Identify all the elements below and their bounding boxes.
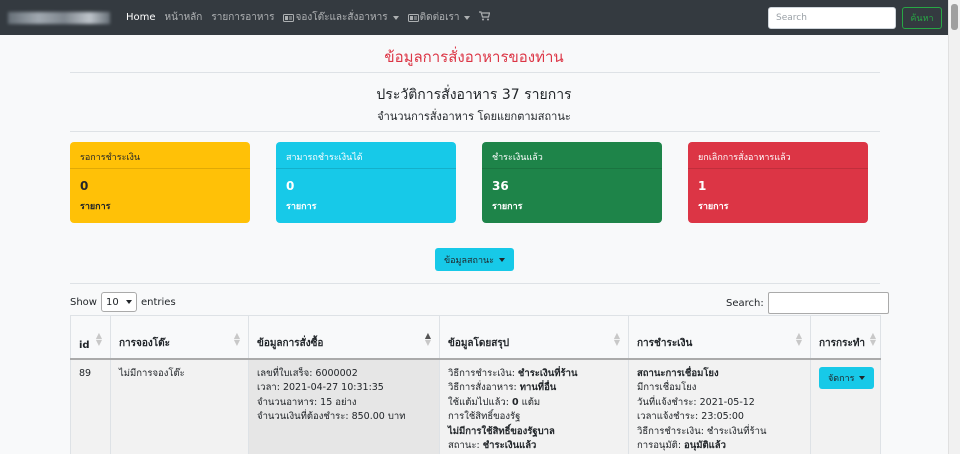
search-input[interactable] <box>768 7 896 29</box>
column-header-label: การชำระเงิน <box>637 337 693 349</box>
column-header-label: ข้อมูลการสั่งซื้อ <box>257 337 324 349</box>
chevron-down-icon <box>859 375 866 380</box>
brand-logo[interactable] <box>8 11 110 24</box>
orders-table: id ▲ ▼ การจองโต๊ะ ▲ ▼ ข้อมูลการสั่งซื้อ ▲ ▼ ข้… <box>70 315 881 454</box>
sort-icon: ▲ ▼ <box>869 331 876 347</box>
page-scrollbar[interactable] <box>948 0 960 454</box>
nav-link-main[interactable]: หน้าหลัก <box>165 10 203 25</box>
cart-link[interactable] <box>479 11 491 24</box>
status-card-value: 0 <box>80 179 89 193</box>
summary-order-method: วิธีการสั่งอาหาร: ทานที่อื่น <box>448 382 557 394</box>
page-size-select[interactable]: 10 <box>100 292 137 312</box>
nav-dropdown-contact-label: ติดต่อเรา <box>419 12 460 23</box>
status-card-payable: สามารถชำระเงินได้ 0 รายการ <box>276 142 456 223</box>
search-button[interactable]: ค้นหา <box>902 7 942 29</box>
cell-booking: ไม่มีการจองโต๊ะ <box>110 357 249 454</box>
status-card-value: 36 <box>492 179 509 193</box>
payment-link-status-label: สถานะการเชื่อมโยง <box>637 367 719 379</box>
column-header-label: การจองโต๊ะ <box>119 337 171 349</box>
summary-points: ใช้แต้มไปแล้ว: 0 แต้ม <box>448 396 541 408</box>
column-header-action[interactable]: การกระทำ ▲ ▼ <box>810 315 881 360</box>
page-title: ข้อมูลการสั่งอาหารของท่าน <box>384 48 564 66</box>
divider <box>70 72 880 73</box>
order-time: เวลา: 2021-04-27 10:31:35 <box>257 382 384 394</box>
cell-action: จัดการ <box>810 357 881 454</box>
status-info-label: ข้อมูลสถานะ <box>444 255 494 266</box>
cell-id: 89 <box>70 357 111 454</box>
sort-icon: ▲ ▼ <box>613 331 620 347</box>
summary-payment-method: วิธีการชำระเงิน: ชำระเงินที่ร้าน <box>448 367 578 379</box>
column-header-summary[interactable]: ข้อมูลโดยสรุป ▲ ▼ <box>439 315 629 360</box>
divider <box>70 131 880 132</box>
order-amount: จำนวนเงินที่ต้องชำระ: 850.00 บาท <box>257 411 406 423</box>
table-search-input[interactable] <box>767 292 889 314</box>
payment-method: วิธีการชำระเงิน: ชำระเงินที่ร้าน <box>637 425 767 437</box>
scrollbar-thumb[interactable] <box>951 4 958 30</box>
nav-dropdown-contact[interactable]: ติดต่อเรา <box>407 10 471 25</box>
nav-link-food-list[interactable]: รายการอาหาร <box>211 10 274 25</box>
chevron-down-icon <box>125 300 132 304</box>
nav-dropdown-booking-label: จองโต๊ะและสั่งอาหาร <box>295 12 388 23</box>
status-card-unit: รายการ <box>80 202 111 212</box>
column-header-label: id <box>79 339 90 351</box>
manage-dropdown-button[interactable]: จัดการ <box>819 366 875 389</box>
manage-label: จัดการ <box>828 373 855 384</box>
status-card-paid: ชำระเงินแล้ว 36 รายการ <box>482 142 662 223</box>
payment-link-status: มีการเชื่อมโยง <box>637 382 697 394</box>
status-card-unit: รายการ <box>698 202 729 212</box>
column-header-id[interactable]: id ▲ ▼ <box>70 315 111 360</box>
summary-gov-rights-label: การใช้สิทธิ์ของรัฐ <box>448 411 521 423</box>
status-card-value: 1 <box>698 179 707 193</box>
column-header-booking[interactable]: การจองโต๊ะ ▲ ▼ <box>110 315 249 360</box>
history-subtitle: จำนวนการสั่งอาหาร โดยแยกตามสถานะ <box>377 110 571 123</box>
status-card-title: ชำระเงินแล้ว <box>482 142 662 169</box>
status-card-pending: รอการชำระเงิน 0 รายการ <box>70 142 250 223</box>
sort-ascending-icon: ▲ ▼ <box>424 331 431 347</box>
show-label: Show <box>70 296 97 308</box>
column-header-label: ข้อมูลโดยสรุป <box>448 337 510 349</box>
order-item-count: จำนวนอาหาร: 15 อย่าง <box>257 396 357 408</box>
table-search: Search: <box>726 292 889 314</box>
payment-time: เวลาแจ้งชำระ: 23:05:00 <box>637 411 744 423</box>
cell-summary: วิธีการชำระเงิน: ชำระเงินที่ร้าน วิธีการ… <box>439 357 629 454</box>
chevron-down-icon <box>499 257 505 262</box>
status-card-value: 0 <box>286 179 295 193</box>
order-receipt: เลขที่ใบเสร็จ: 6000002 <box>257 367 358 379</box>
status-card-cancelled: ยกเลิกการสั่งอาหารแล้ว 1 รายการ <box>688 142 868 223</box>
column-header-payment[interactable]: การชำระเงิน ▲ ▼ <box>628 315 811 360</box>
table-row: 89 ไม่มีการจองโต๊ะ เลขที่ใบเสร็จ: 600000… <box>70 357 881 454</box>
entries-label: entries <box>140 296 176 308</box>
chevron-down-icon <box>392 15 399 20</box>
summary-status: สถานะ: ชำระเงินแล้ว <box>448 440 537 452</box>
page-size-control: Show 10 entries <box>70 292 176 312</box>
cell-order-info: เลขที่ใบเสร็จ: 6000002 เวลา: 2021-04-27 … <box>248 357 440 454</box>
nav-link-home[interactable]: Home <box>126 12 156 23</box>
status-card-title: รอการชำระเงิน <box>70 142 250 169</box>
payment-approval: การอนุมัติ: อนุมัติแล้ว <box>637 440 726 452</box>
status-card-unit: รายการ <box>492 202 523 212</box>
sort-icon: ▲ ▼ <box>233 331 240 347</box>
column-header-label: การกระทำ <box>819 337 866 349</box>
payment-date: วันที่แจ้งชำระ: 2021-05-12 <box>637 396 755 408</box>
status-card-title: สามารถชำระเงินได้ <box>276 142 456 169</box>
chevron-down-icon <box>464 15 471 20</box>
cell-payment: สถานะการเชื่อมโยง มีการเชื่อมโยง วันที่แ… <box>628 357 811 454</box>
sort-icon: ▲ ▼ <box>795 331 802 347</box>
status-card-unit: รายการ <box>286 202 317 212</box>
history-title: ประวัติการสั่งอาหาร 37 รายการ <box>376 87 572 103</box>
status-info-dropdown-button[interactable]: ข้อมูลสถานะ <box>435 248 514 271</box>
table-search-label: Search: <box>726 297 764 309</box>
sort-icon: ▲ ▼ <box>95 331 102 347</box>
page-size-value: 10 <box>105 296 119 308</box>
id-card-icon <box>283 13 295 22</box>
id-card-icon <box>407 13 419 22</box>
status-card-title: ยกเลิกการสั่งอาหารแล้ว <box>688 142 868 169</box>
divider <box>70 283 880 284</box>
summary-gov-rights-value: ไม่มีการใช้สิทธิ์ของรัฐบาล <box>448 425 555 437</box>
shopping-cart-icon <box>479 11 491 24</box>
nav-dropdown-booking[interactable]: จองโต๊ะและสั่งอาหาร <box>283 10 399 25</box>
column-header-order-info[interactable]: ข้อมูลการสั่งซื้อ ▲ ▼ <box>248 315 440 360</box>
